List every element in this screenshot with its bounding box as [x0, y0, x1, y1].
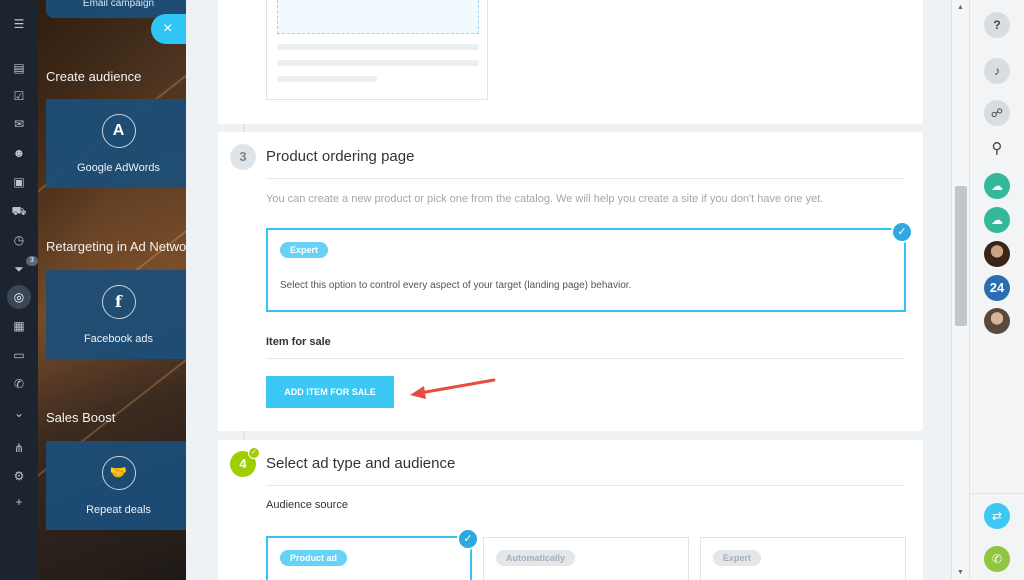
done-check-icon: ✓ — [248, 447, 260, 459]
section-title-sales-boost: Sales Boost — [46, 410, 116, 425]
facebook-ads-tile[interactable]: f Facebook ads — [46, 270, 186, 359]
sites-icon[interactable]: ▭ — [11, 347, 27, 363]
product-ad-tag: Product ad — [280, 550, 348, 566]
scroll-down-icon[interactable]: ▼ — [957, 569, 964, 576]
telephony-icon[interactable]: ✆ — [11, 376, 27, 392]
step-title: Product ordering page — [266, 148, 415, 165]
google-adwords-tile[interactable]: A Google AdWords — [46, 99, 186, 188]
cart-icon[interactable]: ⛟ — [11, 203, 27, 219]
marketing-panel: Email campaign Create audience A Google … — [38, 0, 186, 580]
settings-icon[interactable]: ⚙ — [11, 468, 27, 484]
step-description: You can create a new product or pick one… — [266, 193, 824, 205]
scrollbar[interactable]: ▲ ▼ — [951, 0, 969, 580]
facebook-icon: f — [101, 285, 136, 319]
main-content: 3 Product ordering page You can create a… — [186, 0, 969, 580]
cloud-icon[interactable]: ☁ — [984, 173, 1010, 199]
expert-option-card[interactable]: Expert Select this option to control eve… — [266, 228, 906, 312]
step-card-product-ordering: 3 Product ordering page You can create a… — [218, 132, 923, 431]
step-number: 4 — [239, 456, 247, 471]
add-icon[interactable]: + — [11, 494, 27, 510]
phone-icon[interactable]: ✆ — [984, 546, 1010, 572]
contacts-icon[interactable]: ☻ — [11, 145, 27, 161]
step-title: Select ad type and audience — [266, 455, 456, 472]
tile-label: Google AdWords — [77, 162, 160, 174]
option-description: Select this option to control every aspe… — [280, 280, 632, 291]
close-panel-button[interactable]: × — [151, 14, 191, 44]
left-icon-rail: ☰ ▤ ☑ ✉ ☻ ▣ ⛟ ◷ ⏷ 3 ◎ ▦ ▭ ✆ ⌄ ⋔ ⚙ + — [0, 0, 38, 580]
automatically-option[interactable]: Automatically — [483, 537, 689, 580]
avatar[interactable] — [984, 241, 1010, 267]
bitrix24-icon[interactable]: 24 — [984, 275, 1010, 301]
section-title-retargeting: Retargeting in Ad Netwo — [46, 239, 186, 254]
help-icon[interactable]: ? — [984, 12, 1010, 38]
bell-icon[interactable]: ♪ — [984, 58, 1010, 84]
right-rail: ? ♪ ☍ ⚲ ☁ ☁ 24 ⇄ ✆ — [969, 0, 1024, 580]
target-icon[interactable]: ◎ — [11, 289, 27, 305]
cloud-icon[interactable]: ☁ — [984, 207, 1010, 233]
funnel-icon[interactable]: ⏷ — [11, 261, 27, 277]
selected-check-icon: ✓ — [891, 221, 913, 243]
section-title-create-audience: Create audience — [46, 69, 142, 84]
search-icon[interactable]: ⚲ — [984, 136, 1010, 162]
expert-tag: Expert — [713, 550, 762, 566]
step-number-done: 4 ✓ — [230, 447, 260, 477]
tasks-icon[interactable]: ☑ — [11, 88, 27, 104]
chat-search-icon[interactable]: ☍ — [984, 100, 1010, 126]
divider — [266, 178, 905, 179]
audience-source-label: Audience source — [266, 499, 348, 511]
tile-label: Repeat deals — [86, 504, 151, 516]
item-for-sale-label: Item for sale — [266, 336, 331, 348]
scroll-up-icon[interactable]: ▲ — [957, 4, 964, 11]
adwords-icon: A — [101, 114, 136, 148]
divider — [266, 358, 905, 359]
red-arrow-icon — [410, 378, 496, 399]
structure-icon[interactable]: ⋔ — [11, 440, 27, 456]
clock-icon[interactable]: ◷ — [11, 232, 27, 248]
chat-icon[interactable]: ✉ — [11, 116, 27, 132]
crm-card-icon[interactable]: ▣ — [11, 174, 27, 190]
tile-label: Facebook ads — [83, 333, 154, 345]
phone-transfer-icon[interactable]: ⇄ — [984, 503, 1010, 529]
divider — [970, 493, 1024, 494]
scroll-thumb[interactable] — [955, 186, 967, 326]
preview-thumbnail — [266, 0, 488, 100]
feed-icon[interactable]: ▤ — [11, 60, 27, 76]
repeat-deals-tile[interactable]: 🤝 Repeat deals — [46, 441, 186, 530]
handshake-icon: 🤝 — [101, 456, 136, 490]
funnel-badge: 3 — [26, 256, 38, 266]
more-icon[interactable]: ⌄ — [11, 405, 27, 421]
menu-icon[interactable]: ☰ — [11, 16, 27, 32]
add-item-for-sale-button[interactable]: ADD ITEM FOR SALE — [266, 376, 394, 408]
avatar[interactable] — [984, 308, 1010, 334]
expert-tag: Expert — [280, 242, 329, 258]
automatically-tag: Automatically — [496, 550, 576, 566]
divider — [266, 485, 905, 486]
expert-audience-option[interactable]: Expert — [700, 537, 906, 580]
product-ad-option[interactable]: Product ad — [266, 536, 472, 580]
previous-step-card — [218, 0, 923, 124]
step-card-ad-type: 4 ✓ Select ad type and audience Audience… — [218, 440, 923, 580]
step-number: 3 — [230, 144, 256, 170]
apps-icon[interactable]: ▦ — [11, 318, 27, 334]
selected-check-icon: ✓ — [457, 528, 479, 550]
